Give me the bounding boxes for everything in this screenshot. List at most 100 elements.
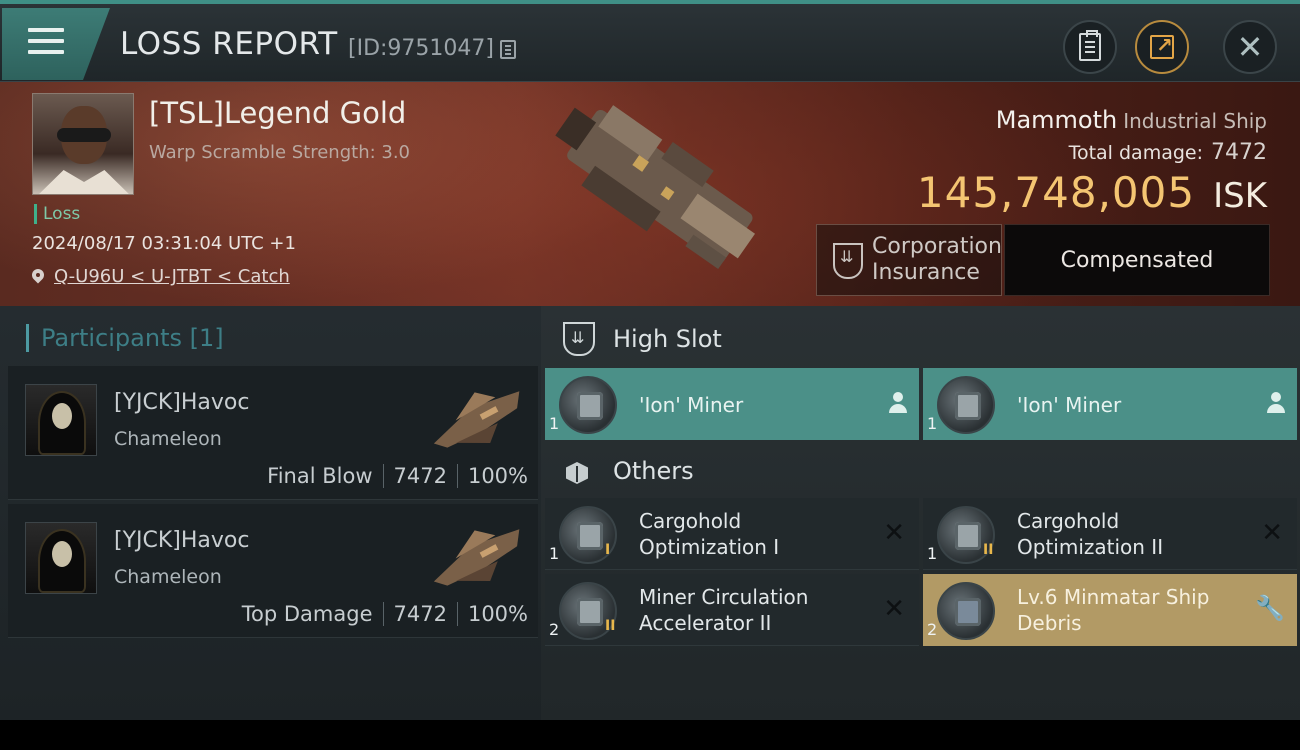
fitting-panel: High Slot 1 'Ion' Miner 1 'Ion' Miner Ot… [541,306,1300,720]
accelerator-module-icon: II [559,582,617,640]
pilot-icon [889,392,907,414]
share-button[interactable] [1135,20,1189,74]
clipboard-button[interactable] [1063,20,1117,74]
high-slot-header: High Slot [563,322,722,356]
participant-name: [YJCK]Havoc [114,528,250,553]
bottom-letterbox [0,720,1300,750]
isk-value: 145,748,005 [916,168,1196,217]
module-quantity: 1 [549,414,560,433]
module-name-line1: Lv.6 Minmatar Ship [1017,585,1210,609]
module-name-line2: Optimization I [639,535,780,559]
cargohold-module-icon: II [937,506,995,564]
participant-ship: Chameleon [114,566,222,588]
total-damage-value: 7472 [1211,140,1267,165]
participants-panel: Participants [1] [YJCK]Havoc Chameleon F… [0,306,541,720]
ship-render [555,105,756,270]
participant-damage: 7472 [393,602,447,626]
share-icon [1150,33,1174,59]
participant-role: Top Damage [241,602,373,626]
module-name: 'Ion' Miner [639,393,744,417]
cargohold-module-icon: I [559,506,617,564]
loss-datetime: 2024/08/17 03:31:04 UTC +1 [32,233,296,254]
victim-name: [TSL]Legend Gold [149,96,407,130]
module-quantity: 1 [927,414,938,433]
total-damage: Total damage: 7472 [1069,140,1267,165]
module-name: Cargohold Optimization II [1017,508,1163,560]
module-name-line2: Optimization II [1017,535,1164,559]
top-bar: LOSS REPORT [ID:9751047] ✕ [0,0,1300,82]
module-name: Miner Circulation Accelerator II [639,584,808,636]
insurance-label-line2: Insurance [872,260,980,285]
participant-row[interactable]: [YJCK]Havoc Chameleon Top Damage 7472 10… [8,504,538,638]
loss-tag: Loss [34,204,80,224]
participant-ship-render [433,391,520,448]
module-name-line1: Miner Circulation [639,585,809,609]
miner-module-icon [937,376,995,434]
hamburger-icon [28,28,64,61]
ship-type: Mammoth [995,106,1118,134]
total-damage-label: Total damage: [1068,142,1203,164]
participant-ship: Chameleon [114,428,222,450]
high-slot-icon [563,322,595,356]
ship-name: Mammoth Industrial Ship [996,106,1267,134]
cargo-box-icon [563,456,593,486]
participants-title: Participants [1] [26,324,224,352]
participant-percent: 100% [467,602,528,626]
victim-header: [TSL]Legend Gold Warp Scramble Strength:… [0,82,1300,306]
module-cargohold-optimization-ii[interactable]: II 1 Cargohold Optimization II ✕ [923,498,1297,570]
isk-unit: ISK [1213,176,1267,216]
insurance-shield-icon [833,243,863,279]
module-tier: II [983,542,994,558]
module-name-line1: Cargohold [1017,509,1120,533]
victim-avatar[interactable] [32,93,134,195]
module-quantity: 1 [927,544,938,563]
participant-role: Final Blow [267,464,373,488]
participant-ship-render [433,529,520,586]
warp-scramble-strength: Warp Scramble Strength: 3.0 [149,142,411,163]
module-ion-miner[interactable]: 1 'Ion' Miner [545,368,919,440]
insurance-label-line1: Corporation [872,234,1002,259]
report-id: [ID:9751047] [348,36,494,61]
module-quantity: 2 [549,620,560,639]
corporation-insurance-button[interactable]: Corporation Insurance [816,224,1002,296]
isk-value-row: 145,748,005 ISK [917,168,1267,217]
module-name-line1: Cargohold [639,509,742,533]
module-quantity: 2 [927,620,938,639]
participant-stats: Top Damage 7472 100% [242,602,528,626]
module-ship-debris[interactable]: 2 Lv.6 Minmatar Ship Debris 🔧 [923,574,1297,646]
page-title: LOSS REPORT [120,26,338,62]
module-name: Lv.6 Minmatar Ship Debris [1017,584,1209,636]
participant-stats: Final Blow 7472 100% [267,464,528,488]
module-ion-miner[interactable]: 1 'Ion' Miner [923,368,1297,440]
close-button[interactable]: ✕ [1223,20,1277,74]
pilot-icon [1267,392,1285,414]
insurance-label: Corporation Insurance [872,234,1002,286]
module-quantity: 1 [549,544,560,563]
high-slot-title: High Slot [613,325,722,353]
participant-name: [YJCK]Havoc [114,390,250,415]
copy-icon[interactable] [500,40,516,59]
module-name: 'Ion' Miner [1017,393,1122,417]
menu-button[interactable] [2,8,110,80]
miner-module-icon [559,376,617,434]
participant-percent: 100% [467,464,528,488]
others-header: Others [563,456,694,486]
clipboard-icon [1079,30,1101,61]
location-link[interactable]: Q-U96U < U-JTBT < Catch [32,266,290,287]
module-name-line2: Accelerator II [639,611,772,635]
x-destroyed-icon: ✕ [883,518,905,548]
others-title: Others [613,457,694,485]
compensated-status[interactable]: Compensated [1004,224,1270,296]
participant-avatar[interactable] [25,384,97,456]
participant-damage: 7472 [393,464,447,488]
module-tier: I [605,542,611,558]
participant-avatar[interactable] [25,522,97,594]
participant-row[interactable]: [YJCK]Havoc Chameleon Final Blow 7472 10… [8,366,538,500]
x-destroyed-icon: ✕ [883,594,905,624]
debris-item-icon [937,582,995,640]
module-miner-circulation-accelerator-ii[interactable]: II 2 Miner Circulation Accelerator II ✕ [545,574,919,646]
location-text: Q-U96U < U-JTBT < Catch [54,266,290,287]
wrench-icon: 🔧 [1255,594,1285,622]
module-tier: II [605,618,616,634]
module-cargohold-optimization-i[interactable]: I 1 Cargohold Optimization I ✕ [545,498,919,570]
